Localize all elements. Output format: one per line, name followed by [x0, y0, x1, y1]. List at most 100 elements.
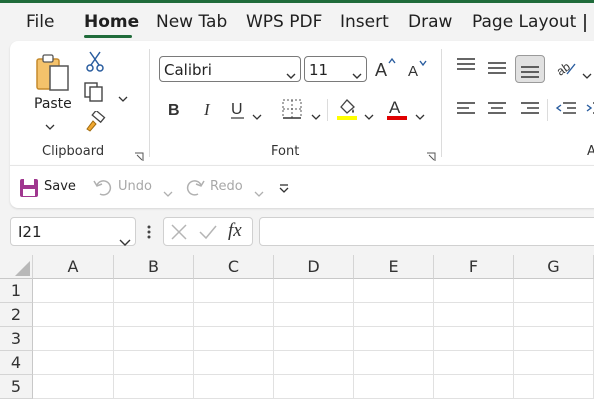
redo-dropdown-icon[interactable] [254, 183, 264, 197]
font-launcher-icon[interactable] [426, 147, 436, 161]
orientation-icon[interactable]: ab [554, 58, 577, 79]
customize-qat-icon[interactable] [278, 180, 290, 193]
row-header[interactable]: 4 [0, 351, 33, 375]
undo-icon[interactable] [92, 177, 114, 197]
align-bottom-icon[interactable] [515, 55, 545, 83]
grid-cell[interactable] [194, 375, 274, 399]
copy-icon[interactable] [83, 81, 105, 103]
format-painter-icon[interactable] [84, 109, 106, 133]
tab-overflow-icon[interactable] [584, 14, 594, 32]
grid-cell[interactable] [274, 327, 354, 351]
paste-label[interactable]: Paste [34, 96, 72, 112]
tab-wps-pdf[interactable]: WPS PDF [246, 12, 322, 32]
grid-cell[interactable] [354, 279, 434, 303]
redo-button[interactable]: Redo [210, 179, 243, 194]
grid-cell[interactable] [33, 375, 114, 399]
align-middle-icon[interactable] [487, 61, 507, 77]
underline-icon[interactable]: U [230, 99, 246, 121]
column-header[interactable]: B [114, 255, 194, 279]
grid-cell[interactable] [194, 351, 274, 375]
grid-cell[interactable] [354, 303, 434, 327]
align-left-icon[interactable] [456, 101, 476, 117]
row-header[interactable]: 5 [0, 375, 33, 399]
grid-cell[interactable] [114, 327, 194, 351]
grid-cell[interactable] [114, 351, 194, 375]
column-header[interactable]: C [194, 255, 274, 279]
align-right-icon[interactable] [520, 101, 540, 117]
grid-cell[interactable] [514, 351, 594, 375]
grid-cell[interactable] [354, 375, 434, 399]
grid-cell[interactable] [114, 303, 194, 327]
chevron-down-icon[interactable] [119, 228, 131, 246]
grid-cell[interactable] [33, 303, 114, 327]
grid-cell[interactable] [434, 303, 514, 327]
grid-cell[interactable] [434, 375, 514, 399]
paste-dropdown-icon[interactable] [45, 116, 55, 130]
confirm-entry-icon[interactable] [198, 223, 218, 241]
align-center-icon[interactable] [487, 101, 507, 117]
underline-dropdown-icon[interactable] [252, 106, 262, 120]
increase-font-size-icon[interactable]: A [374, 57, 398, 80]
font-color-dropdown-icon[interactable] [415, 106, 425, 120]
grid-cell[interactable] [33, 279, 114, 303]
grid-cell[interactable] [194, 303, 274, 327]
row-header[interactable]: 2 [0, 303, 33, 327]
grid-cell[interactable] [274, 279, 354, 303]
increase-indent-icon[interactable] [585, 101, 594, 117]
grid-cell[interactable] [114, 279, 194, 303]
fill-color-dropdown-icon[interactable] [364, 106, 374, 120]
font-color-icon[interactable]: A [386, 97, 408, 121]
column-header[interactable]: E [354, 255, 434, 279]
grid-cell[interactable] [354, 351, 434, 375]
formula-input[interactable] [259, 217, 594, 246]
undo-dropdown-icon[interactable] [163, 183, 173, 197]
column-header[interactable]: F [434, 255, 514, 279]
insert-function-button[interactable]: fx [228, 220, 242, 242]
clipboard-launcher-icon[interactable] [134, 147, 144, 161]
font-size-select[interactable]: 11 [304, 56, 367, 82]
decrease-indent-icon[interactable] [555, 101, 577, 117]
grid-cell[interactable] [194, 279, 274, 303]
row-header[interactable]: 3 [0, 327, 33, 351]
grid-cell[interactable] [274, 303, 354, 327]
tab-insert[interactable]: Insert [340, 12, 389, 32]
decrease-font-size-icon[interactable]: A [407, 59, 431, 81]
column-header[interactable]: D [274, 255, 354, 279]
save-icon[interactable] [19, 178, 39, 198]
orientation-dropdown-icon[interactable] [582, 65, 592, 79]
grid-cell[interactable] [274, 375, 354, 399]
grid-cell[interactable] [434, 351, 514, 375]
copy-dropdown-icon[interactable] [118, 88, 128, 102]
grid-cell[interactable] [33, 351, 114, 375]
more-options-icon[interactable] [146, 224, 152, 240]
italic-icon[interactable]: I [201, 99, 217, 119]
row-header[interactable]: 1 [0, 279, 33, 303]
bold-icon[interactable]: B [167, 99, 183, 119]
grid-cell[interactable] [514, 375, 594, 399]
column-header[interactable]: G [514, 255, 594, 279]
cut-icon[interactable] [85, 51, 105, 73]
save-button[interactable]: Save [44, 179, 76, 194]
grid-cell[interactable] [434, 279, 514, 303]
grid-cell[interactable] [33, 327, 114, 351]
cancel-entry-icon[interactable] [170, 223, 188, 241]
tab-home[interactable]: Home [84, 12, 139, 32]
tab-page-layout[interactable]: Page Layout [472, 12, 576, 32]
grid-cell[interactable] [434, 327, 514, 351]
fill-color-icon[interactable] [336, 97, 358, 121]
tab-new-tab[interactable]: New Tab [156, 12, 227, 32]
select-all-corner[interactable] [0, 255, 33, 279]
column-header[interactable]: A [33, 255, 114, 279]
grid-cell[interactable] [514, 327, 594, 351]
align-top-icon[interactable] [456, 57, 476, 73]
redo-icon[interactable] [184, 177, 206, 197]
tab-file[interactable]: File [26, 12, 54, 32]
undo-button[interactable]: Undo [118, 179, 152, 194]
paste-icon[interactable] [34, 51, 74, 95]
grid-cell[interactable] [354, 327, 434, 351]
borders-dropdown-icon[interactable] [311, 106, 321, 120]
grid-cell[interactable] [194, 327, 274, 351]
font-name-select[interactable]: Calibri [159, 56, 301, 82]
grid-cell[interactable] [274, 351, 354, 375]
grid-cell[interactable] [514, 279, 594, 303]
